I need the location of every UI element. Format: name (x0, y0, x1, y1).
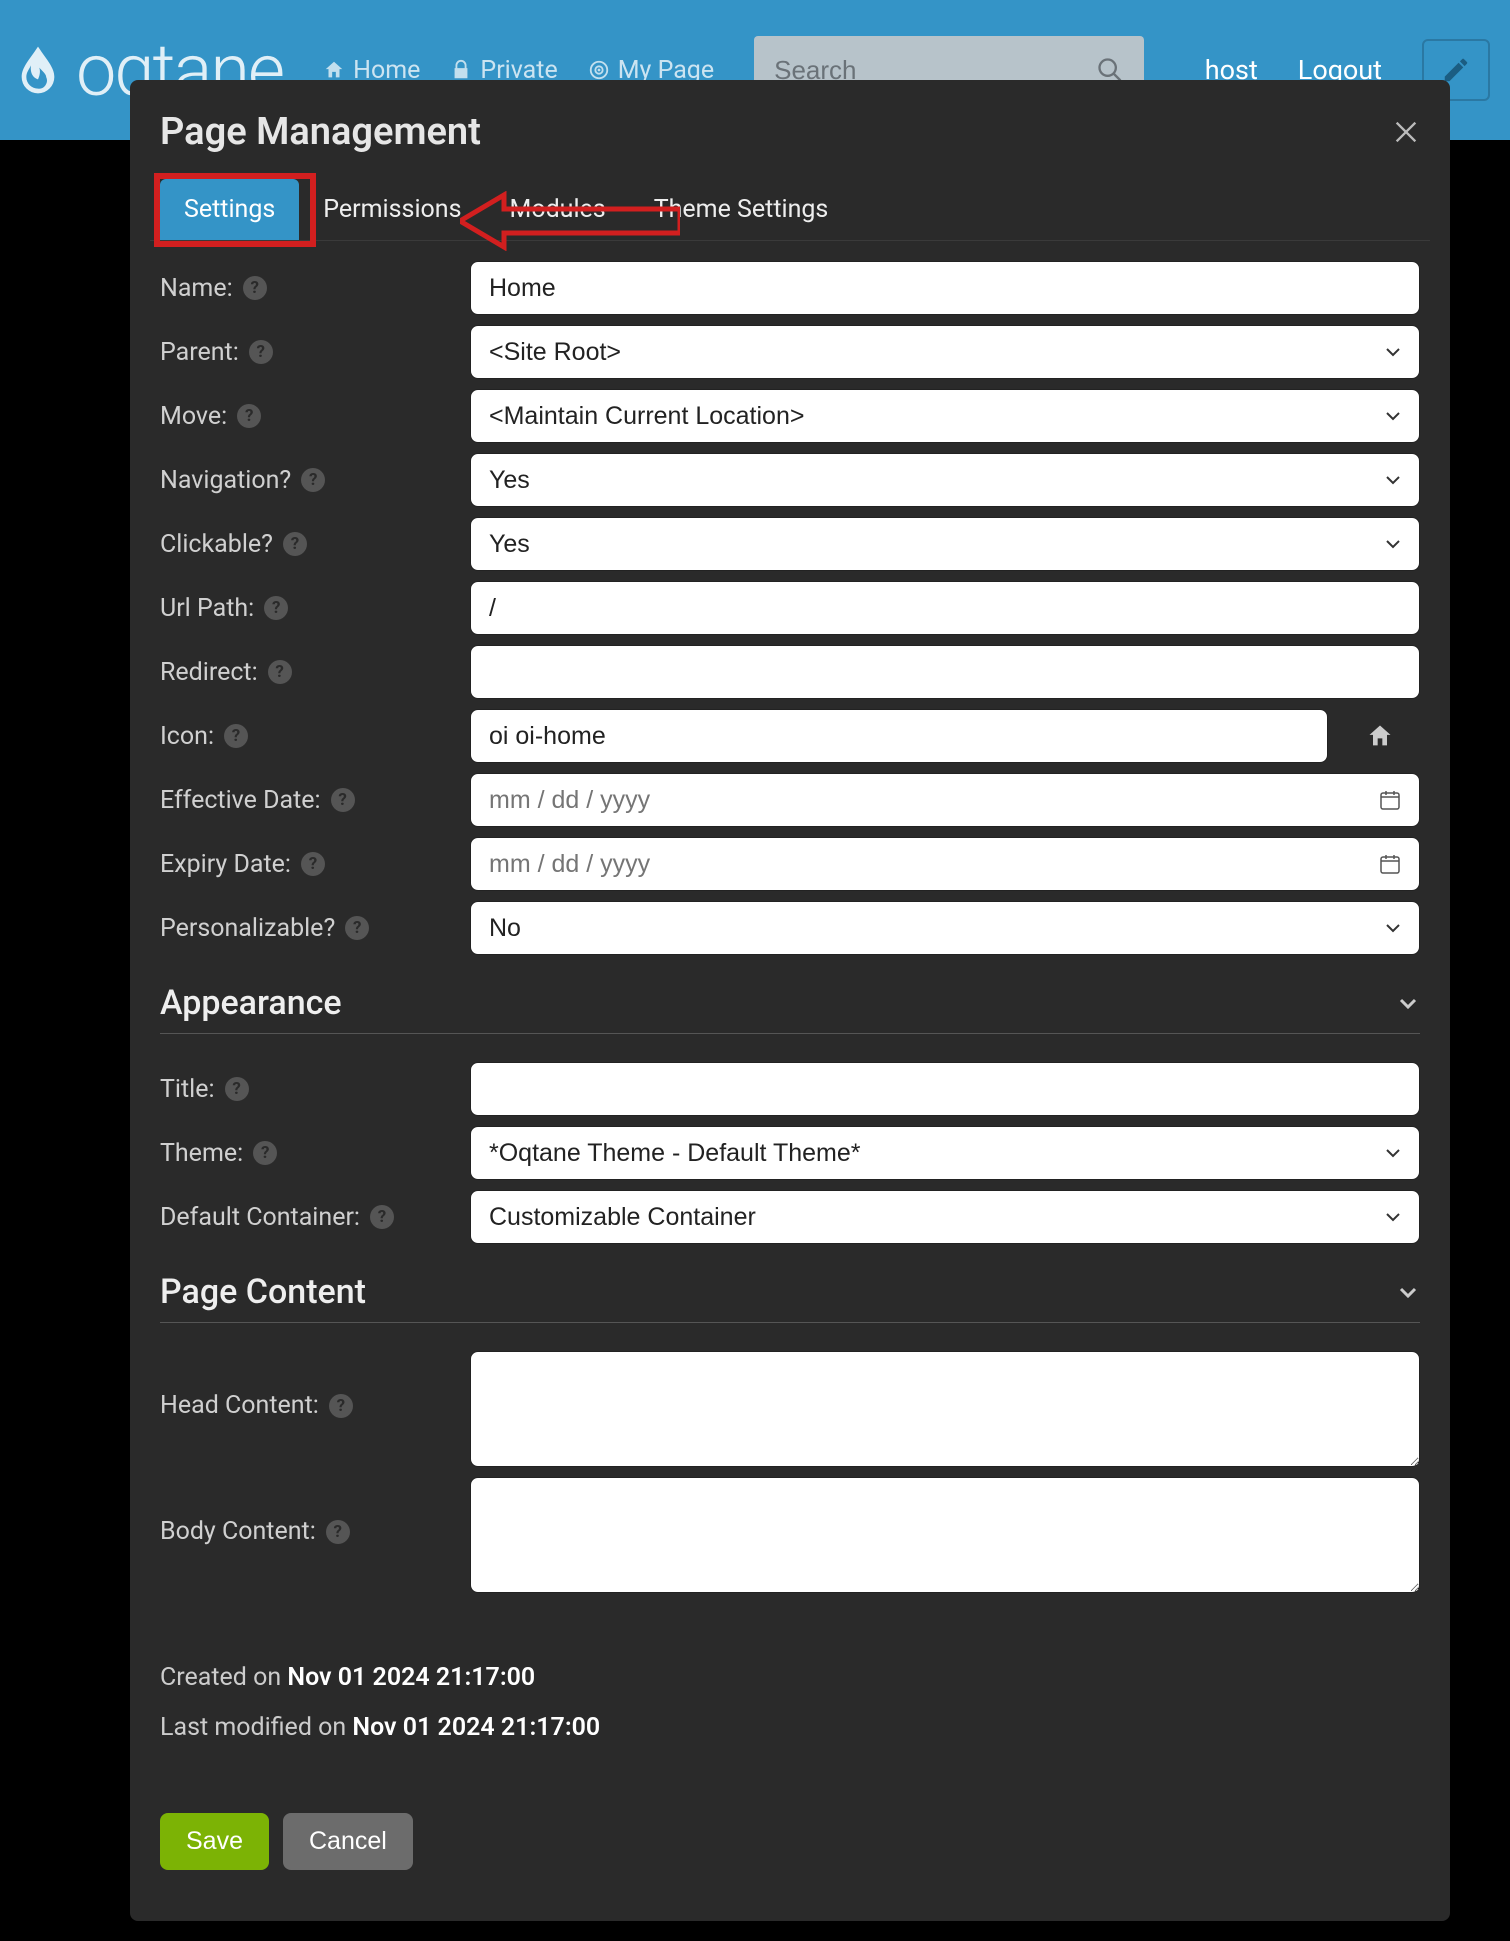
label-name: Name: (160, 274, 233, 303)
modal-title: Page Management (160, 110, 481, 154)
lock-icon (450, 59, 472, 81)
help-icon[interactable]: ? (249, 340, 273, 364)
theme-select[interactable]: *Oqtane Theme - Default Theme* (470, 1126, 1420, 1180)
help-icon[interactable]: ? (253, 1141, 277, 1165)
label-container: Default Container: (160, 1203, 360, 1232)
help-icon[interactable]: ? (329, 1394, 353, 1418)
page-management-modal: Page Management Settings Permissions Mod… (130, 80, 1450, 1921)
label-title: Title: (160, 1075, 215, 1104)
personalizable-select[interactable]: No (470, 901, 1420, 955)
chevron-down-icon (1396, 991, 1420, 1015)
help-icon[interactable]: ? (370, 1205, 394, 1229)
effective-date-input[interactable] (470, 773, 1420, 827)
label-clickable: Clickable? (160, 530, 273, 559)
calendar-icon[interactable] (1378, 788, 1402, 812)
help-icon[interactable]: ? (268, 660, 292, 684)
help-icon[interactable]: ? (283, 532, 307, 556)
tabs: Settings Permissions Modules Theme Setti… (150, 179, 1430, 241)
icon-preview (1340, 709, 1420, 763)
label-move: Move: (160, 402, 227, 431)
label-redirect: Redirect: (160, 658, 258, 687)
navigation-select[interactable]: Yes (470, 453, 1420, 507)
tab-settings[interactable]: Settings (160, 179, 299, 240)
label-effective: Effective Date: (160, 786, 321, 815)
help-icon[interactable]: ? (243, 276, 267, 300)
label-icon: Icon: (160, 722, 214, 751)
home-icon (1366, 722, 1394, 750)
help-icon[interactable]: ? (301, 852, 325, 876)
label-navigation: Navigation? (160, 466, 291, 495)
cancel-button[interactable]: Cancel (283, 1813, 413, 1870)
tab-modules[interactable]: Modules (486, 179, 630, 240)
parent-select[interactable]: <Site Root> (470, 325, 1420, 379)
help-icon[interactable]: ? (237, 404, 261, 428)
help-icon[interactable]: ? (301, 468, 325, 492)
save-button[interactable]: Save (160, 1813, 269, 1870)
section-appearance[interactable]: Appearance (160, 965, 1420, 1034)
title-input[interactable] (470, 1062, 1420, 1116)
label-parent: Parent: (160, 338, 239, 367)
label-personalizable: Personalizable? (160, 914, 335, 943)
tab-permissions[interactable]: Permissions (299, 179, 485, 240)
chevron-down-icon (1396, 1280, 1420, 1304)
label-urlpath: Url Path: (160, 594, 254, 623)
label-expiry: Expiry Date: (160, 850, 291, 879)
help-icon[interactable]: ? (224, 724, 248, 748)
icon-input[interactable] (470, 709, 1328, 763)
container-select[interactable]: Customizable Container (470, 1190, 1420, 1244)
help-icon[interactable]: ? (225, 1077, 249, 1101)
body-content-textarea[interactable] (470, 1477, 1420, 1593)
help-icon[interactable]: ? (345, 916, 369, 940)
logo-icon (10, 42, 66, 98)
label-theme: Theme: (160, 1139, 243, 1168)
label-body: Body Content: (160, 1517, 316, 1546)
target-icon (588, 59, 610, 81)
urlpath-input[interactable] (470, 581, 1420, 635)
help-icon[interactable]: ? (326, 1520, 350, 1544)
clickable-select[interactable]: Yes (470, 517, 1420, 571)
close-icon[interactable] (1392, 118, 1420, 146)
label-head: Head Content: (160, 1391, 319, 1420)
meta-info: Created on Nov 01 2024 21:17:00 Last mod… (160, 1653, 1420, 1753)
redirect-input[interactable] (470, 645, 1420, 699)
help-icon[interactable]: ? (331, 788, 355, 812)
name-input[interactable] (470, 261, 1420, 315)
help-icon[interactable]: ? (264, 596, 288, 620)
move-select[interactable]: <Maintain Current Location> (470, 389, 1420, 443)
section-page-content[interactable]: Page Content (160, 1254, 1420, 1323)
head-content-textarea[interactable] (470, 1351, 1420, 1467)
home-icon (323, 59, 345, 81)
calendar-icon[interactable] (1378, 852, 1402, 876)
expiry-date-input[interactable] (470, 837, 1420, 891)
tab-theme-settings[interactable]: Theme Settings (630, 179, 853, 240)
